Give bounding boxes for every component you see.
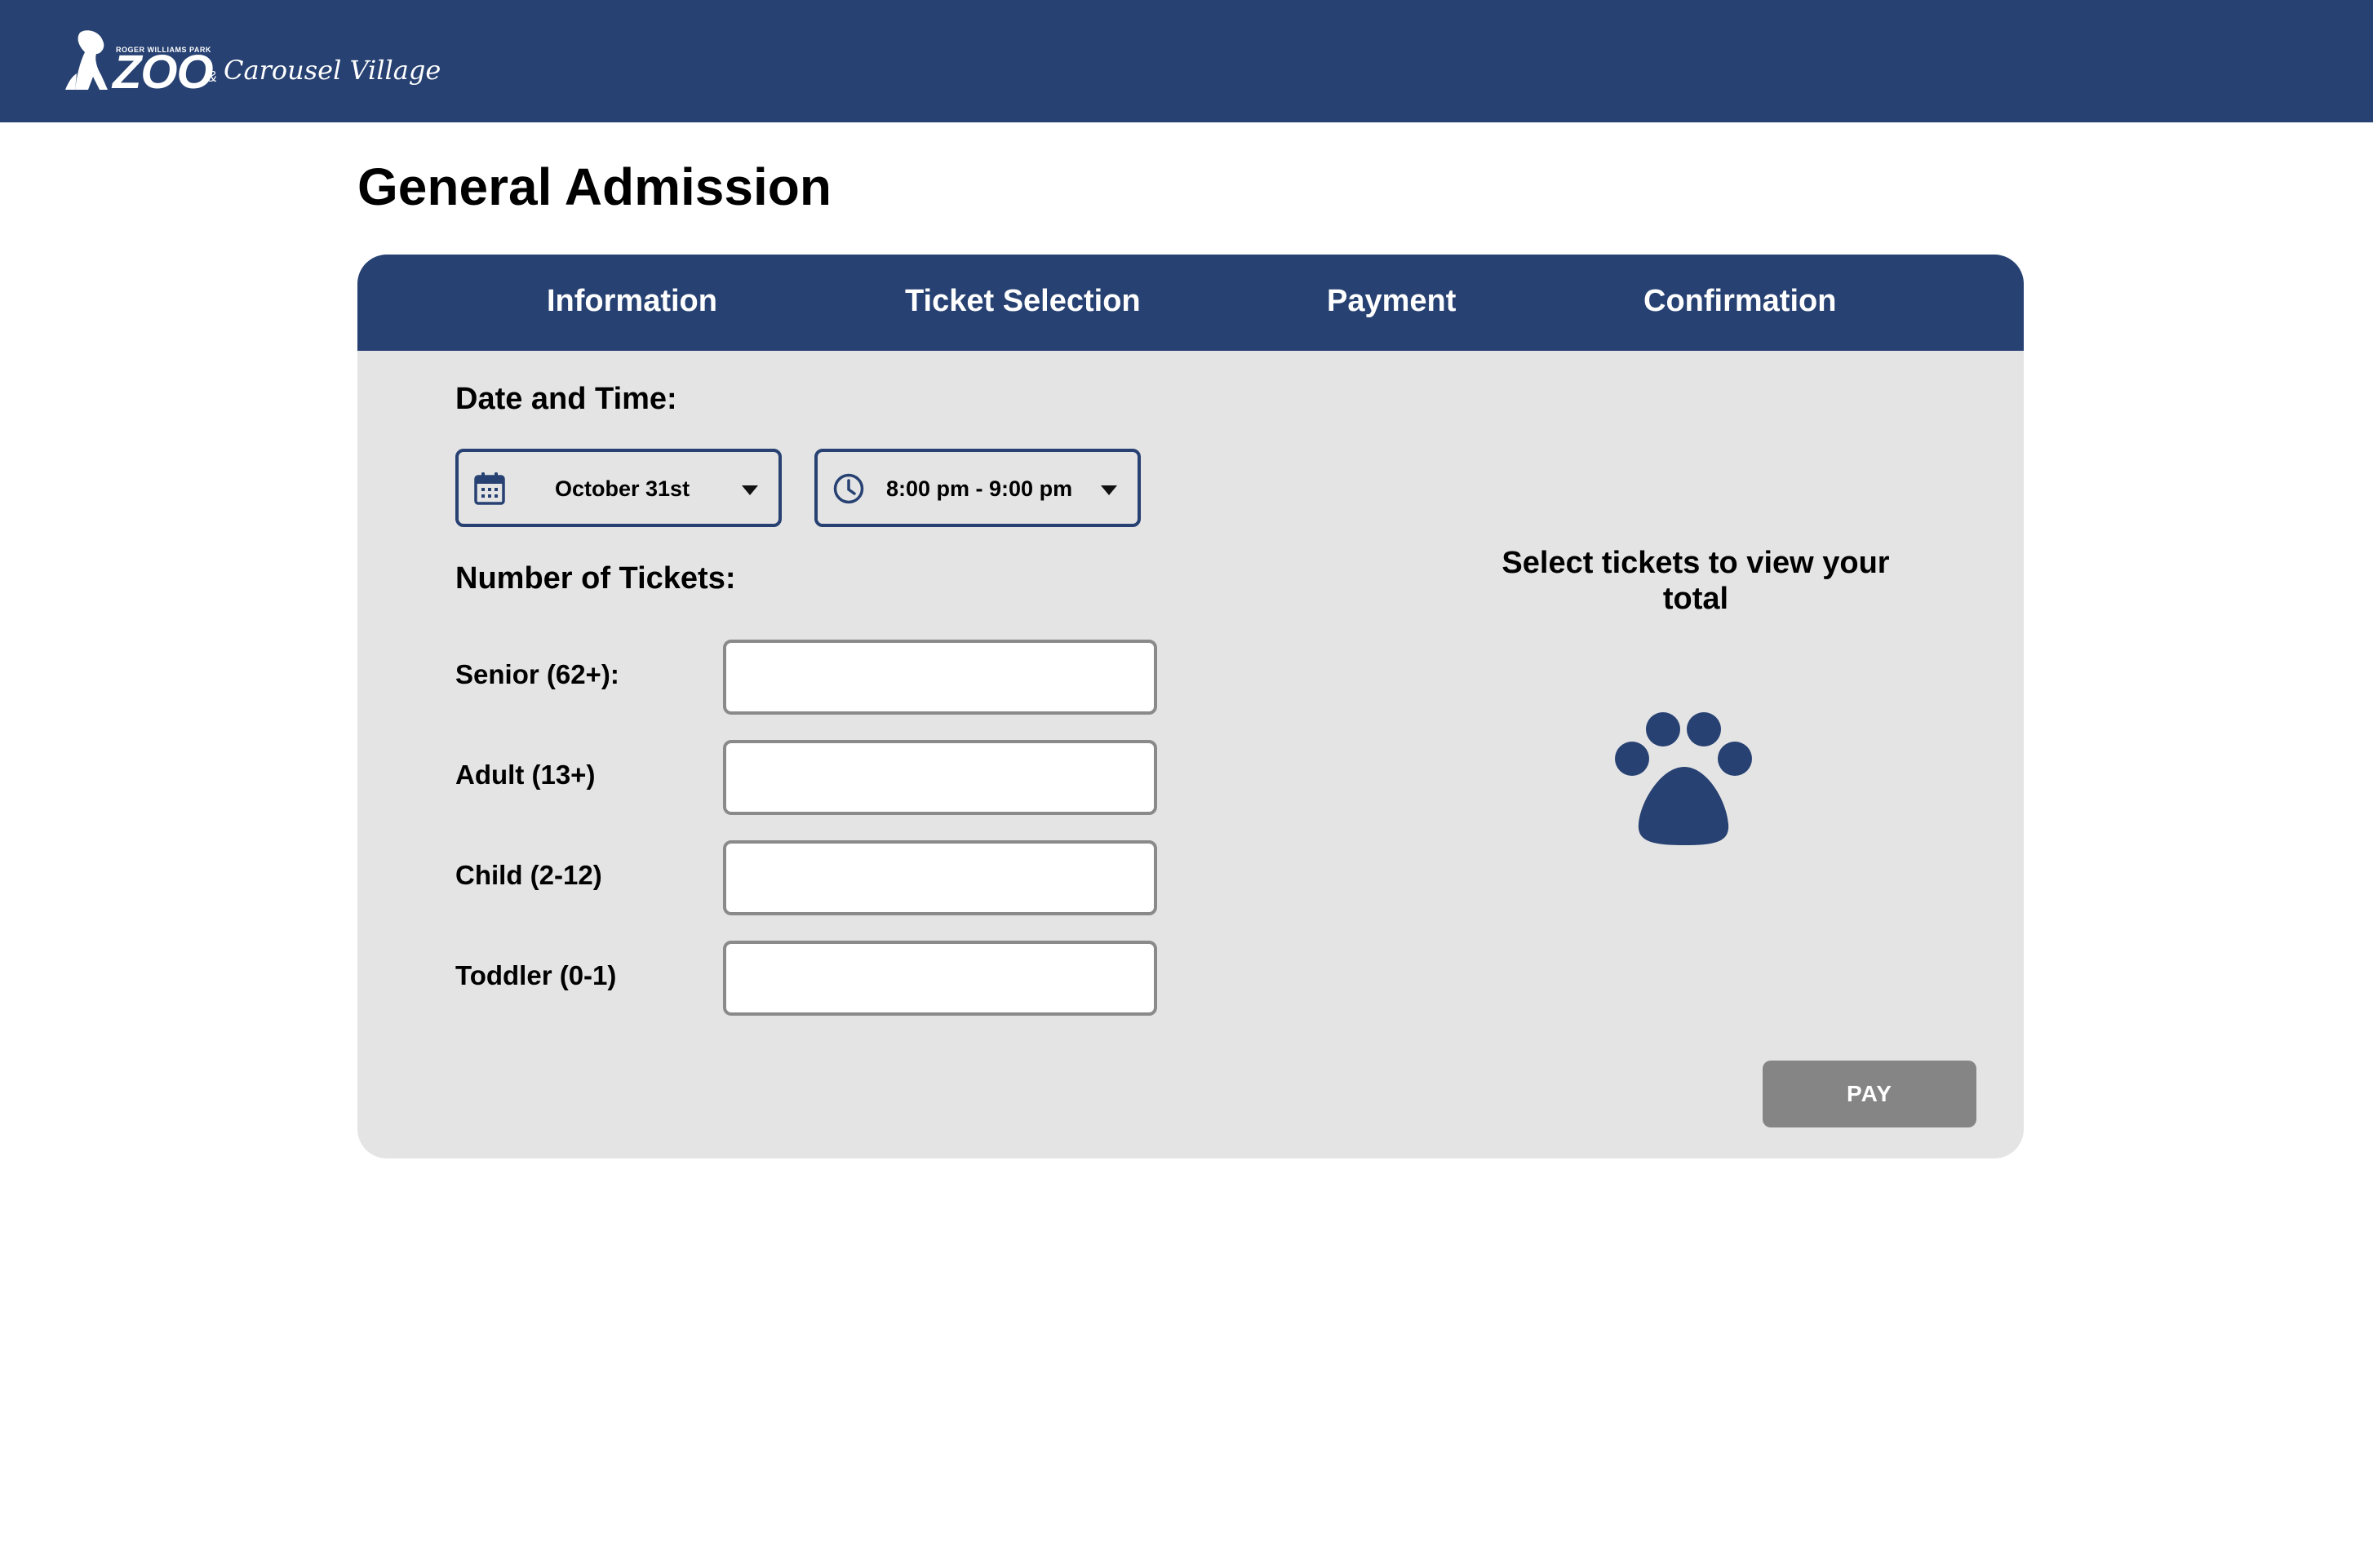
step-ticket-selection[interactable]: Ticket Selection bbox=[905, 284, 1141, 319]
child-ticket-input[interactable] bbox=[723, 840, 1157, 915]
logo-ampersand: & bbox=[207, 69, 218, 85]
adult-label: Adult (13+) bbox=[455, 760, 596, 790]
elephant-logo-icon bbox=[65, 30, 108, 91]
date-value: October 31st bbox=[555, 476, 690, 501]
calendar-icon bbox=[474, 472, 505, 505]
paw-icon bbox=[1615, 712, 1752, 845]
clock-icon bbox=[833, 473, 864, 504]
toddler-ticket-input[interactable] bbox=[723, 941, 1157, 1016]
page-title: General Admission bbox=[357, 157, 832, 216]
pay-button[interactable]: PAY bbox=[1763, 1061, 1976, 1127]
zoo-logo[interactable]: ROGER WILLIAMS PARK ZOO & Carousel Villa… bbox=[64, 28, 441, 99]
step-information[interactable]: Information bbox=[547, 284, 717, 319]
total-placeholder-message: Select tickets to view your total bbox=[1501, 546, 1890, 616]
time-select[interactable]: 8:00 pm - 9:00 pm bbox=[814, 449, 1141, 527]
date-time-label: Date and Time: bbox=[455, 382, 677, 416]
senior-ticket-input[interactable] bbox=[723, 640, 1157, 715]
logo-carousel-text: Carousel Village bbox=[224, 55, 441, 86]
checkout-steps-bar: Information Ticket Selection Payment Con… bbox=[357, 255, 2024, 351]
step-payment[interactable]: Payment bbox=[1327, 284, 1456, 319]
senior-label: Senior (62+): bbox=[455, 659, 619, 689]
chevron-down-icon bbox=[742, 485, 758, 495]
time-value: 8:00 pm - 9:00 pm bbox=[886, 476, 1073, 501]
ticket-card: Information Ticket Selection Payment Con… bbox=[357, 255, 2024, 1158]
adult-ticket-input[interactable] bbox=[723, 740, 1157, 815]
logo-zoo-text: ZOO bbox=[113, 46, 214, 99]
number-of-tickets-label: Number of Tickets: bbox=[455, 561, 736, 596]
top-header: ROGER WILLIAMS PARK ZOO & Carousel Villa… bbox=[0, 0, 2373, 122]
child-label: Child (2-12) bbox=[455, 860, 602, 890]
toddler-label: Toddler (0-1) bbox=[455, 960, 617, 990]
chevron-down-icon bbox=[1101, 485, 1117, 495]
date-select[interactable]: October 31st bbox=[455, 449, 782, 527]
step-confirmation[interactable]: Confirmation bbox=[1643, 284, 1836, 319]
